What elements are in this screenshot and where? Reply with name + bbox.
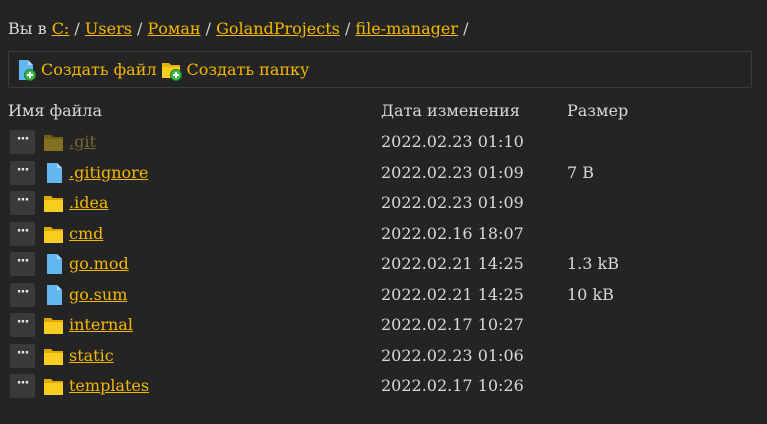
table-row: ··· go.mod 2022.02.21 14:25 1.3 kB (0, 249, 767, 279)
file-link[interactable]: .git (69, 132, 96, 151)
file-name: .git (69, 132, 96, 151)
table-row: ··· .idea 2022.02.23 01:09 (0, 188, 767, 218)
file-link[interactable]: .idea (69, 193, 108, 212)
table-row: ··· internal 2022.02.17 10:27 (0, 310, 767, 340)
file-name: cmd (69, 224, 103, 243)
breadcrumb-separator: / (205, 19, 212, 38)
file-date: 2022.02.23 01:09 (381, 193, 524, 212)
new-folder-icon (161, 62, 182, 81)
folder-icon (43, 346, 65, 366)
file-date: 2022.02.23 01:09 (381, 162, 524, 182)
file-link[interactable]: templates (69, 376, 149, 395)
folder-icon (43, 132, 65, 152)
row-menu-button[interactable]: ··· (10, 160, 35, 185)
breadcrumb-separator: / (344, 19, 351, 38)
create-folder-label: Создать папку (186, 60, 310, 79)
breadcrumb-item-users[interactable]: Users (85, 19, 132, 38)
toolbar: Создать файл Создать папку (8, 51, 752, 88)
breadcrumb-item-user[interactable]: Роман (148, 19, 201, 38)
file-link[interactable]: go.sum (69, 285, 127, 304)
create-file-button[interactable]: Создать файл (17, 59, 157, 81)
file-name: go.sum (69, 285, 127, 304)
file-size: 7 B (567, 162, 595, 182)
file-link[interactable]: internal (69, 315, 133, 334)
table-row: ··· .git 2022.02.23 01:10 (0, 127, 767, 157)
column-header-date: Дата изменения (381, 101, 520, 120)
create-folder-button[interactable]: Создать папку (161, 59, 310, 81)
breadcrumb-separator: / (137, 19, 143, 38)
file-name: static (69, 346, 114, 365)
row-menu-button[interactable]: ··· (10, 252, 35, 276)
file-date: 2022.02.23 01:06 (381, 345, 524, 365)
breadcrumb-item-file-manager[interactable]: file-manager (355, 19, 458, 38)
row-menu-button[interactable]: ··· (10, 374, 35, 398)
file-date: 2022.02.21 14:25 (381, 254, 524, 273)
file-icon (43, 284, 65, 305)
table-row: ··· .gitignore 2022.02.23 01:09 7 B (0, 158, 767, 188)
row-menu-button[interactable]: ··· (10, 282, 35, 307)
file-name: templates (69, 376, 149, 395)
file-link[interactable]: go.mod (69, 254, 129, 273)
table-row: ··· templates 2022.02.17 10:26 (0, 371, 767, 401)
column-header-name: Имя файла (8, 101, 103, 120)
file-date: 2022.02.17 10:26 (381, 376, 524, 395)
table-row: ··· cmd 2022.02.16 18:07 (0, 219, 767, 249)
file-date: 2022.02.16 18:07 (381, 223, 524, 243)
file-size: 10 kB (567, 284, 614, 304)
row-menu-button[interactable]: ··· (10, 221, 35, 246)
file-name: internal (69, 315, 133, 334)
file-date: 2022.02.17 10:27 (381, 315, 524, 334)
file-size: 1.3 kB (567, 254, 619, 273)
breadcrumb-item-drive[interactable]: C: (52, 19, 70, 38)
file-link[interactable]: .gitignore (69, 163, 148, 182)
file-date: 2022.02.21 14:25 (381, 284, 524, 304)
file-link[interactable]: cmd (69, 224, 103, 243)
folder-icon (43, 315, 65, 335)
breadcrumb-separator: / (74, 19, 80, 38)
row-menu-button[interactable]: ··· (10, 130, 35, 154)
file-name: .idea (69, 193, 108, 212)
file-name: go.mod (69, 254, 129, 273)
folder-icon (43, 224, 65, 244)
row-menu-button[interactable]: ··· (10, 191, 35, 215)
row-menu-button[interactable]: ··· (10, 313, 35, 337)
column-header-size: Размер (567, 101, 629, 120)
breadcrumb: Вы в C: / Users / Роман / GolandProjects… (8, 19, 468, 38)
breadcrumb-item-goland-projects[interactable]: GolandProjects (216, 19, 340, 38)
table-row: ··· go.sum 2022.02.21 14:25 10 kB (0, 280, 767, 310)
folder-icon (43, 376, 65, 396)
table-header: Имя файла Дата изменения Размер (0, 101, 767, 123)
file-icon (43, 162, 65, 183)
folder-icon (43, 193, 65, 213)
file-date: 2022.02.23 01:10 (381, 132, 524, 151)
table-row: ··· static 2022.02.23 01:06 (0, 341, 767, 371)
file-icon (43, 254, 65, 274)
breadcrumb-separator: / (463, 19, 469, 38)
file-name: .gitignore (69, 163, 148, 182)
row-menu-button[interactable]: ··· (10, 343, 35, 368)
create-file-label: Создать файл (41, 60, 157, 79)
file-link[interactable]: static (69, 346, 114, 365)
breadcrumb-prefix: Вы в (8, 19, 47, 38)
new-file-icon (19, 59, 36, 81)
